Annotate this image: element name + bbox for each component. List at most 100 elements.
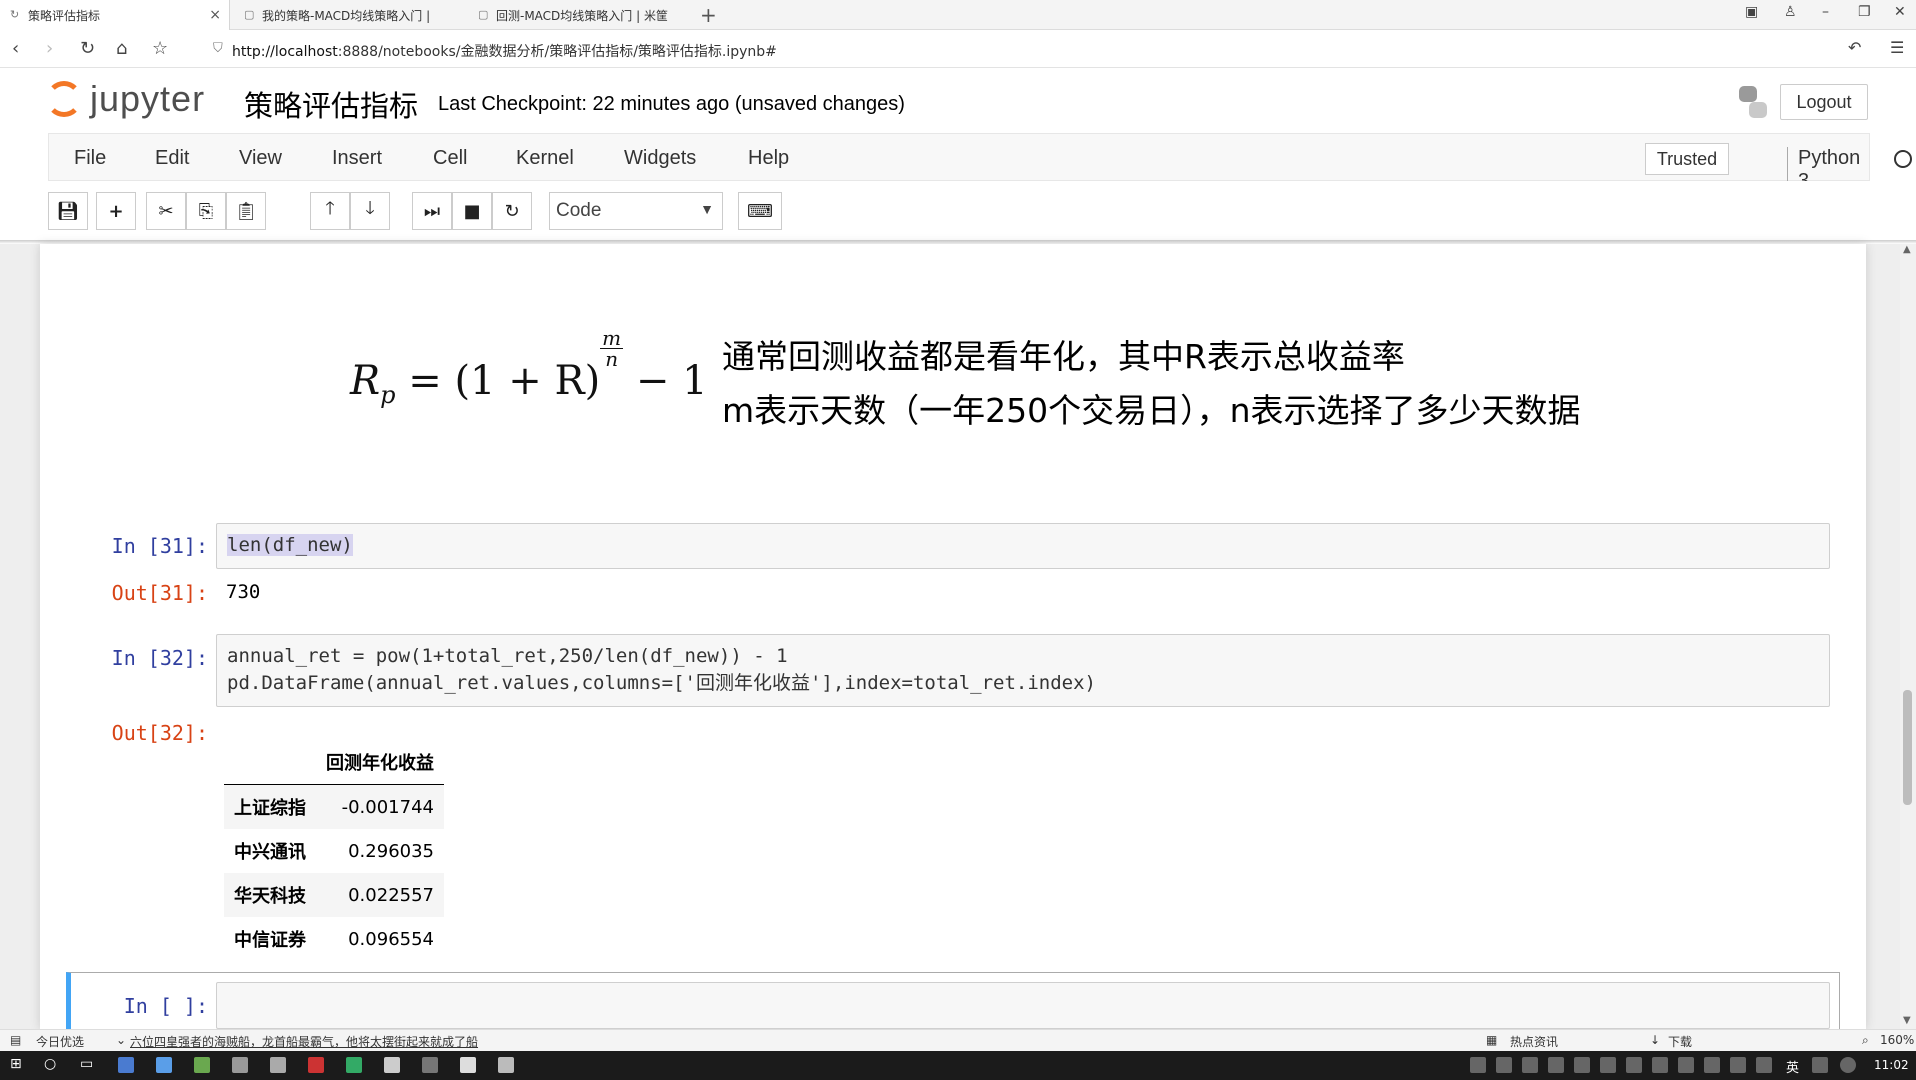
jupyter-logo[interactable]: jupyter <box>46 78 205 120</box>
news-ticker[interactable]: 六位四皇强者的海贼船，龙首船最霸气，他将太摆街起来就成了船 <box>130 1033 478 1050</box>
tab-count-icon[interactable]: ▣ <box>1745 4 1758 20</box>
tray-icon[interactable] <box>1756 1057 1772 1073</box>
app-icon[interactable] <box>384 1057 400 1073</box>
tray-icon[interactable] <box>1730 1057 1746 1073</box>
code-line: len(df_new) <box>227 534 353 556</box>
menu-view[interactable]: View <box>239 147 282 170</box>
input-prompt: In [31]: <box>111 534 208 558</box>
app-icon[interactable] <box>156 1057 172 1073</box>
move-down-button[interactable]: 🡓 <box>350 192 390 230</box>
search-icon[interactable]: ○ <box>44 1056 56 1072</box>
tray-icon[interactable] <box>1496 1057 1512 1073</box>
menu-cell[interactable]: Cell <box>433 147 467 170</box>
app-icon[interactable] <box>194 1057 210 1073</box>
close-tab-icon[interactable]: × <box>209 7 221 23</box>
tray-icon[interactable] <box>1548 1057 1564 1073</box>
insert-cell-button[interactable]: + <box>96 192 136 230</box>
tray-icon[interactable] <box>1470 1057 1486 1073</box>
row-value: 0.022557 <box>348 884 434 906</box>
paste-button[interactable]: 📋︎ <box>226 192 266 230</box>
kernel-idle-indicator-icon <box>1894 150 1912 168</box>
tray-icon[interactable] <box>1652 1057 1668 1073</box>
shirt-icon[interactable]: ♙ <box>1784 4 1797 20</box>
app-icon[interactable] <box>346 1057 362 1073</box>
code-input[interactable]: len(df_new) <box>216 523 1830 569</box>
menu-help[interactable]: Help <box>748 147 789 170</box>
tab-label: 策略评估指标 <box>28 8 101 23</box>
tray-icon[interactable] <box>1840 1057 1856 1073</box>
restart-button[interactable]: ↻ <box>492 192 532 230</box>
tray-icon[interactable] <box>1522 1057 1538 1073</box>
page-scrollbar[interactable] <box>1900 244 1916 1029</box>
status-left[interactable]: 今日优选 <box>36 1033 84 1050</box>
menu-edit[interactable]: Edit <box>155 147 189 170</box>
save-button[interactable]: 💾︎ <box>48 192 88 230</box>
tray-icon[interactable] <box>1600 1057 1616 1073</box>
menu-insert[interactable]: Insert <box>332 147 382 170</box>
trusted-badge[interactable]: Trusted <box>1645 143 1729 175</box>
restore-icon[interactable]: ❐ <box>1858 4 1871 20</box>
undo-icon[interactable]: ↶ <box>1848 38 1861 57</box>
app-icon[interactable] <box>422 1057 438 1073</box>
tray-icon[interactable] <box>1574 1057 1590 1073</box>
browser-tab[interactable]: ▢ 我的策略-MACD均线策略入门 | <box>234 0 464 30</box>
cut-button[interactable]: ✂ <box>146 192 186 230</box>
menu-widgets[interactable]: Widgets <box>624 147 696 170</box>
cell-type-value: Code <box>556 200 602 221</box>
notebook-title[interactable]: 策略评估指标 <box>244 83 418 125</box>
code-input[interactable]: annual_ret = pow(1+total_ret,250/len(df_… <box>216 634 1830 707</box>
app-icon[interactable] <box>232 1057 248 1073</box>
clock[interactable]: 11:02 <box>1874 1058 1909 1072</box>
minimize-icon[interactable]: – <box>1822 4 1829 20</box>
menu-file[interactable]: File <box>74 147 106 170</box>
scrollbar-thumb[interactable] <box>1903 690 1912 805</box>
copy-button[interactable]: ⎘ <box>186 192 226 230</box>
logout-button[interactable]: Logout <box>1780 84 1868 120</box>
tray-icon[interactable] <box>1678 1057 1694 1073</box>
cell-type-select[interactable]: Code ▼ <box>549 192 723 230</box>
ime-indicator[interactable]: 英 <box>1786 1057 1799 1076</box>
tray-icon[interactable] <box>1812 1057 1828 1073</box>
hot-news[interactable]: 热点资讯 <box>1510 1033 1558 1050</box>
app-icon[interactable] <box>498 1057 514 1073</box>
move-up-button[interactable]: 🡑 <box>310 192 350 230</box>
python-icon <box>1739 86 1767 118</box>
url-field[interactable]: http://localhost:8888/notebooks/金融数据分析/策… <box>232 41 777 61</box>
stop-icon: ■ <box>463 200 481 222</box>
app-icon[interactable] <box>270 1057 286 1073</box>
annualized-return-formula: Rp = (1 + R) m n − 1 <box>350 328 708 409</box>
recommend-icon: ▤ <box>10 1033 22 1047</box>
row-value: -0.001744 <box>341 796 434 818</box>
table-header-row: 回测年化收益 <box>224 740 444 785</box>
back-icon[interactable]: ‹ <box>12 38 19 59</box>
scroll-down-icon[interactable]: ▼ <box>1903 1015 1911 1026</box>
tray-icon[interactable] <box>1704 1057 1720 1073</box>
home-icon[interactable]: ⌂ <box>116 38 127 59</box>
browser-status-bar: ▤ 今日优选 ⌄ 六位四皇强者的海贼船，龙首船最霸气，他将太摆街起来就成了船 ▦… <box>0 1029 1916 1051</box>
app-icon[interactable] <box>460 1057 476 1073</box>
run-button[interactable]: ⏭︎ <box>412 192 452 230</box>
interrupt-button[interactable]: ■ <box>452 192 492 230</box>
task-view-icon[interactable]: ▭ <box>80 1056 93 1072</box>
code-input-empty[interactable] <box>216 982 1830 1029</box>
app-icon[interactable] <box>118 1057 134 1073</box>
star-icon[interactable]: ☆ <box>152 38 168 59</box>
browser-tab-active[interactable]: ↻ 策略评估指标 × <box>0 0 230 30</box>
downloads[interactable]: 下载 <box>1668 1033 1692 1050</box>
forward-icon[interactable]: › <box>46 38 53 59</box>
windows-start-icon[interactable]: ⊞ <box>10 1056 22 1072</box>
tray-icon[interactable] <box>1626 1057 1642 1073</box>
command-palette-button[interactable]: ⌨ <box>738 192 782 230</box>
output-prompt: Out[31]: <box>111 581 208 605</box>
reload-icon[interactable]: ↻ <box>80 38 95 59</box>
formula-minus-one: − 1 <box>623 358 708 404</box>
tab-label: 回测-MACD均线策略入门 | 米筐 <box>496 8 668 23</box>
browser-tab[interactable]: ▢ 回测-MACD均线策略入门 | 米筐 <box>468 0 698 30</box>
scroll-up-icon[interactable]: ▲ <box>1903 244 1911 255</box>
menu-icon[interactable]: ☰ <box>1890 38 1904 57</box>
zoom-level[interactable]: 160% <box>1880 1033 1914 1047</box>
menu-kernel[interactable]: Kernel <box>516 147 574 170</box>
new-tab-button[interactable]: + <box>700 3 717 27</box>
app-icon[interactable] <box>308 1057 324 1073</box>
close-window-icon[interactable]: ✕ <box>1894 4 1906 20</box>
